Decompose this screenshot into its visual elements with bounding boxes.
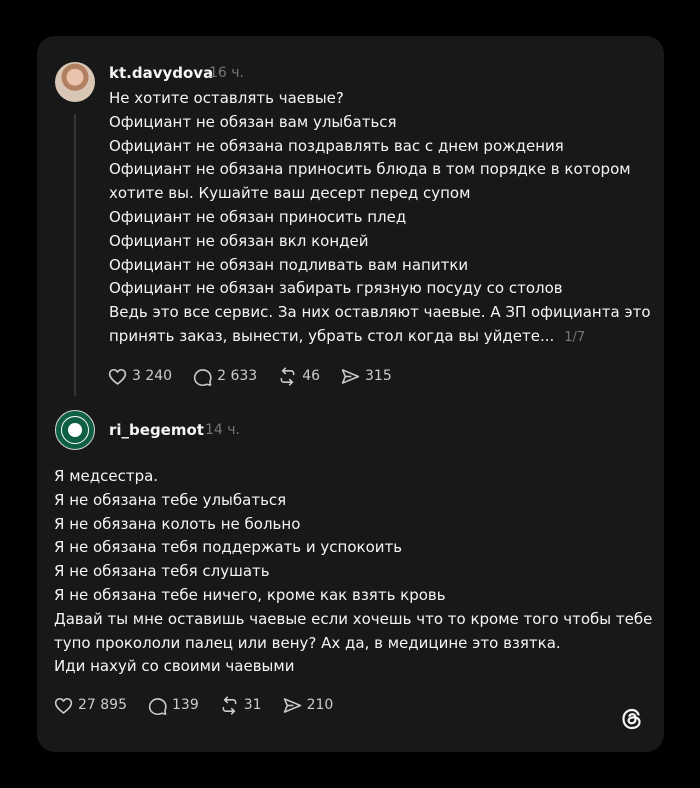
post-text-line-last: принять заказ, вынести, убрать стол когд… xyxy=(109,325,651,350)
post-text-line: Я не обязана тебя слушать xyxy=(54,562,270,581)
post-text-line: Официант не обязан подливать вам напитки xyxy=(109,255,469,274)
post-text-line: Официант не обязан вам улыбаться xyxy=(109,112,397,131)
avatar[interactable] xyxy=(55,410,95,450)
post-text-line: Я не обязана тебя поддержать и успокоить xyxy=(54,538,403,557)
post-text-line: Официант не обязана поздравлять вас с дн… xyxy=(109,136,564,155)
share-button[interactable]: 210 xyxy=(282,695,334,716)
paper-plane-icon xyxy=(341,368,360,384)
post-actions: 27 895 139 31 210 xyxy=(53,693,353,717)
timestamp: 16 ч. xyxy=(209,65,244,81)
paper-plane-icon xyxy=(283,697,301,713)
post-text-line: Ведь это все сервис. За них оставляют ча… xyxy=(109,303,651,322)
reply-button[interactable]: 2 633 xyxy=(192,366,257,387)
repost-icon xyxy=(280,366,295,386)
like-count: 27 895 xyxy=(78,697,127,713)
post-text: Не хотите оставлять чаевые? Официант не … xyxy=(109,87,651,350)
repost-button[interactable]: 31 xyxy=(219,695,262,716)
share-count: 315 xyxy=(365,368,392,384)
post-text-line: Давай ты мне оставишь чаевые если хочешь… xyxy=(54,609,653,628)
post-text-line: принять заказ, вынести, убрать стол когд… xyxy=(109,326,555,345)
reply-count: 2 633 xyxy=(217,368,258,384)
speech-bubble-icon xyxy=(148,697,167,715)
reply-count: 139 xyxy=(172,697,199,713)
heart-icon xyxy=(54,697,73,714)
post-text-line: Официант не обязана приносить блюда в то… xyxy=(109,160,631,179)
threads-logo-icon xyxy=(622,708,641,730)
like-button[interactable]: 3 240 xyxy=(107,366,172,387)
avatar[interactable] xyxy=(55,62,95,102)
like-count: 3 240 xyxy=(132,368,173,384)
repost-count: 31 xyxy=(243,697,262,713)
post-text-line: Иди нахуй со своими чаевыми xyxy=(54,657,295,676)
post-actions: 3 240 2 633 46 315 xyxy=(107,364,412,388)
carousel-page-indicator: 1/7 xyxy=(564,329,586,345)
post-text-line: Официант не обязан забирать грязную посу… xyxy=(109,279,563,298)
thread-connector-line xyxy=(74,114,76,396)
coffee-logo-core xyxy=(68,423,82,437)
post-text: Я медсестра. Я не обязана тебе улыбаться… xyxy=(54,465,652,679)
post-text-line: хотите вы. Кушайте ваш десерт перед супо… xyxy=(109,184,471,203)
post-text-line: Официант не обязан приносить плед xyxy=(109,207,407,226)
timestamp: 14 ч. xyxy=(205,422,240,438)
speech-bubble-icon xyxy=(193,368,212,386)
username[interactable]: kt.davydova xyxy=(109,64,213,82)
post-text-line: Я не обязана колоть не больно xyxy=(54,514,301,533)
heart-icon xyxy=(108,368,127,385)
username[interactable]: ri_begemot xyxy=(109,421,204,439)
repost-button[interactable]: 46 xyxy=(277,366,320,387)
repost-count: 46 xyxy=(302,368,321,384)
threads-screenshot-card: kt.davydova 16 ч. Не хотите оставлять ча… xyxy=(37,36,664,752)
post-text-line: тупо прокололи палец или вену? Ах да, в … xyxy=(54,633,561,652)
post-text-line: Я не обязана тебе улыбаться xyxy=(54,490,287,509)
post-text-line: Официант не обязан вкл кондей xyxy=(109,231,369,250)
share-button[interactable]: 315 xyxy=(340,366,392,387)
post-text-line: Не хотите оставлять чаевые? xyxy=(109,89,344,107)
share-count: 210 xyxy=(306,697,334,713)
repost-icon xyxy=(222,695,237,715)
post-text-line: Я не обязана тебе ничего, кроме как взят… xyxy=(54,585,446,604)
like-button[interactable]: 27 895 xyxy=(53,695,127,716)
post-text-line: Я медсестра. xyxy=(54,467,159,485)
reply-button[interactable]: 139 xyxy=(147,695,199,716)
